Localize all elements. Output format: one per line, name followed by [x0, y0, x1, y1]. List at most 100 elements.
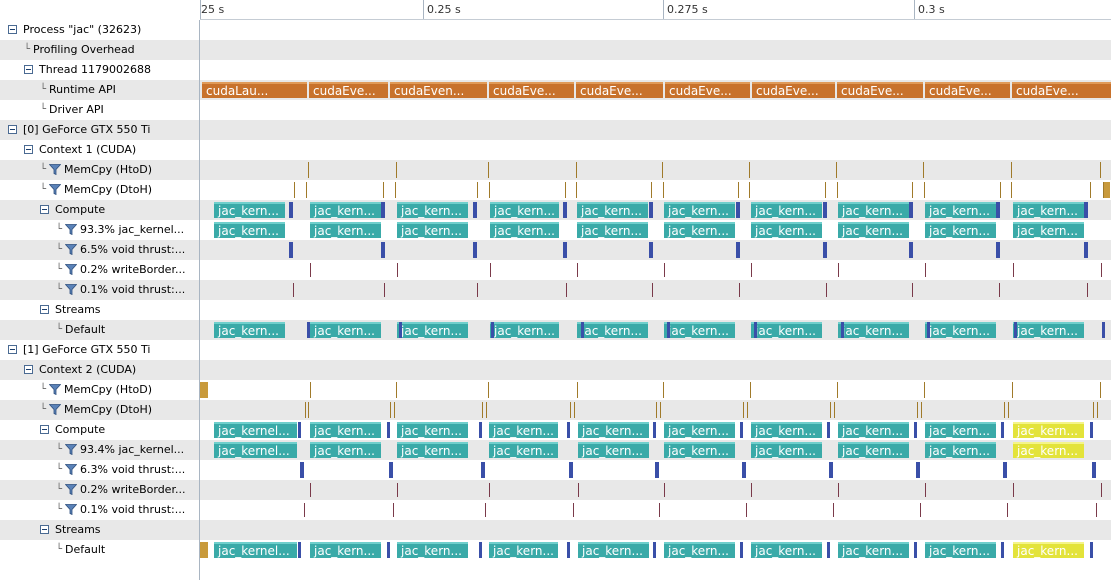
memcpy-bar[interactable]: [577, 382, 578, 398]
thrust-bar[interactable]: [563, 202, 567, 218]
timeline-lane[interactable]: jac_kern... jac_kern... jac_kern... jac_ker…: [200, 220, 1111, 240]
thrust-bar[interactable]: [1090, 542, 1093, 558]
kernel-bar[interactable]: jac_kern...: [925, 442, 996, 458]
thrust-bar[interactable]: [996, 202, 1000, 218]
memcpy-bar[interactable]: [576, 162, 577, 178]
thrust-bar[interactable]: [1084, 202, 1088, 218]
tree-row[interactable]: └ Runtime API: [0, 80, 199, 100]
thrust-bar[interactable]: [914, 422, 917, 438]
memcpy-bar[interactable]: [574, 402, 575, 418]
memcpy-bar[interactable]: [477, 182, 478, 198]
timeline-lane[interactable]: jac_kernel... jac_kern... jac_kern... jac_k…: [200, 540, 1111, 560]
event-marker[interactable]: [920, 503, 921, 517]
timeline-lane[interactable]: [200, 260, 1111, 280]
tree-row[interactable]: Compute: [0, 420, 199, 440]
timeline-lane[interactable]: [200, 100, 1111, 120]
collapse-minus-icon[interactable]: [24, 365, 33, 374]
thrust-bar[interactable]: [740, 422, 743, 438]
funnel-filter-icon[interactable]: [49, 404, 61, 415]
runtime-api-call[interactable]: cudaEve...: [665, 82, 750, 98]
runtime-api-call[interactable]: cudaEve...: [752, 82, 835, 98]
tree-row[interactable]: └ MemCpy (HtoD): [0, 380, 199, 400]
event-marker[interactable]: [1013, 483, 1014, 497]
tree-row[interactable]: └ 0.2% writeBorder...: [0, 480, 199, 500]
event-marker[interactable]: [826, 283, 827, 297]
tree-row[interactable]: └ Driver API: [0, 100, 199, 120]
event-marker[interactable]: [652, 283, 653, 297]
memcpy-bar[interactable]: [651, 182, 652, 198]
kernel-bar[interactable]: jac_kern...: [925, 322, 996, 338]
kernel-bar[interactable]: jac_kern...: [925, 222, 996, 238]
thrust-bar[interactable]: [399, 322, 402, 338]
memcpy-bar[interactable]: [738, 182, 739, 198]
event-marker[interactable]: [477, 283, 478, 297]
kernel-bar[interactable]: jac_kern...: [490, 202, 559, 218]
kernel-bar[interactable]: jac_kern...: [664, 542, 735, 558]
thrust-bar[interactable]: [479, 542, 482, 558]
runtime-api-call[interactable]: cudaEve...: [576, 82, 663, 98]
kernel-bar[interactable]: jac_kernel...: [214, 542, 297, 558]
kernel-bar-selected[interactable]: jac_kern...: [1013, 542, 1084, 558]
timeline-lane[interactable]: [200, 120, 1111, 140]
kernel-bar-selected[interactable]: jac_kern...: [1013, 422, 1084, 438]
kernel-bar[interactable]: jac_kern...: [1013, 322, 1084, 338]
memcpy-bar[interactable]: [395, 182, 396, 198]
kernel-bar[interactable]: jac_kern...: [214, 322, 285, 338]
memcpy-bar[interactable]: [1000, 182, 1001, 198]
collapse-minus-icon[interactable]: [8, 125, 17, 134]
tree-row[interactable]: Context 1 (CUDA): [0, 140, 199, 160]
event-marker[interactable]: [310, 483, 311, 497]
thrust-bar[interactable]: [909, 202, 913, 218]
kernel-bar[interactable]: jac_kern...: [838, 202, 909, 218]
thrust-bar[interactable]: [655, 462, 659, 478]
thrust-bar[interactable]: [387, 542, 390, 558]
tree-row[interactable]: [0] GeForce GTX 550 Ti: [0, 120, 199, 140]
thrust-bar[interactable]: [381, 242, 385, 258]
timeline-lane[interactable]: [200, 240, 1111, 260]
memcpy-bar[interactable]: [390, 402, 391, 418]
thrust-bar[interactable]: [649, 202, 653, 218]
memcpy-bar[interactable]: [750, 382, 751, 398]
thrust-bar[interactable]: [653, 542, 656, 558]
event-marker[interactable]: [489, 483, 490, 497]
kernel-bar[interactable]: jac_kern...: [397, 202, 468, 218]
event-marker[interactable]: [310, 263, 311, 277]
tree-row[interactable]: Thread 1179002688: [0, 60, 199, 80]
thrust-bar[interactable]: [1003, 462, 1007, 478]
thrust-bar[interactable]: [300, 462, 304, 478]
thrust-bar[interactable]: [740, 542, 743, 558]
event-marker[interactable]: [1013, 263, 1014, 277]
kernel-bar[interactable]: jac_kern...: [838, 542, 909, 558]
timeline-lane[interactable]: [200, 140, 1111, 160]
thrust-bar[interactable]: [736, 202, 740, 218]
kernel-bar[interactable]: jac_kern...: [577, 202, 648, 218]
timeline-lane[interactable]: [200, 480, 1111, 500]
memcpy-bar[interactable]: [1100, 382, 1101, 398]
tree-row[interactable]: └ 0.2% writeBorder...: [0, 260, 199, 280]
thrust-bar[interactable]: [289, 202, 293, 218]
thrust-bar[interactable]: [1102, 322, 1105, 338]
kernel-bar[interactable]: jac_kern...: [577, 322, 648, 338]
runtime-api-call[interactable]: cudaEve...: [925, 82, 1010, 98]
kernel-bar[interactable]: jac_kern...: [838, 322, 909, 338]
thrust-bar[interactable]: [996, 242, 1000, 258]
timeline-panel[interactable]: cudaLau... cudaEve... cudaEven... cudaEve..…: [200, 20, 1111, 580]
kernel-bar[interactable]: jac_kern...: [397, 542, 468, 558]
memcpy-bar[interactable]: [1100, 162, 1101, 178]
kernel-bar[interactable]: jac_kernel...: [214, 422, 297, 438]
thrust-bar[interactable]: [491, 322, 494, 338]
runtime-api-call[interactable]: cudaLau...: [202, 82, 307, 98]
memcpy-bar[interactable]: [305, 402, 306, 418]
timeline-lane[interactable]: [200, 500, 1111, 520]
collapse-minus-icon[interactable]: [40, 205, 49, 214]
memcpy-bar[interactable]: [917, 402, 918, 418]
collapse-minus-icon[interactable]: [8, 345, 17, 354]
timeline-lane[interactable]: jac_kernel... jac_kern... jac_kern... jac_k…: [200, 420, 1111, 440]
memcpy-bar[interactable]: [836, 162, 837, 178]
timeline-lane[interactable]: jac_kern... jac_kern... jac_kern... jac_ker…: [200, 200, 1111, 220]
memcpy-bar[interactable]: [837, 182, 838, 198]
runtime-api-call[interactable]: cudaEve...: [837, 82, 923, 98]
timeline-lane[interactable]: [200, 460, 1111, 480]
timeline-lane[interactable]: [200, 360, 1111, 380]
thrust-bar[interactable]: [827, 422, 830, 438]
